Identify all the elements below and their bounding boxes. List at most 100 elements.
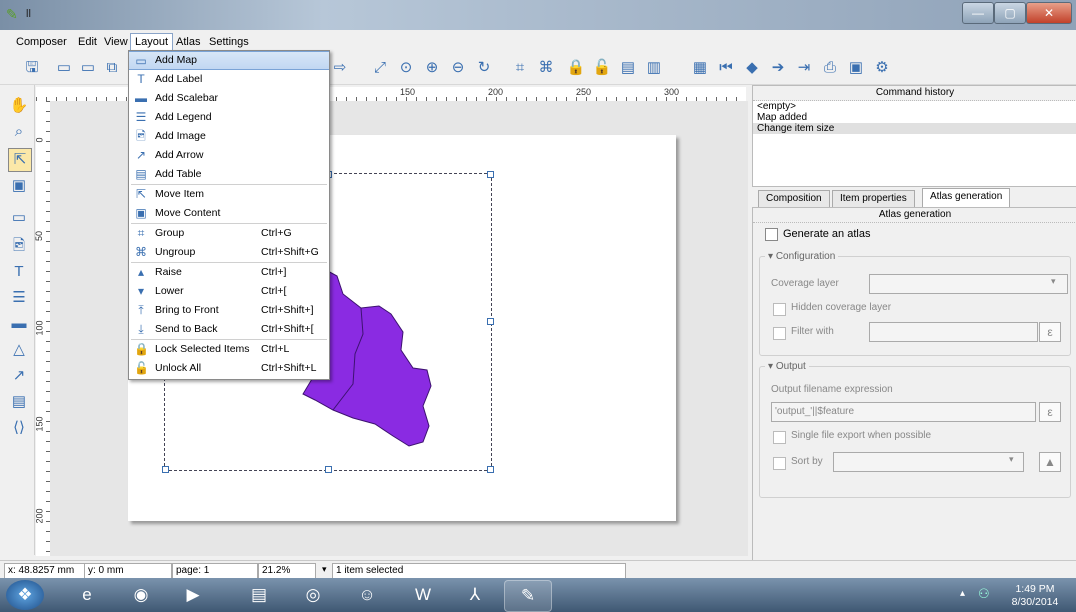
resize-handle[interactable]: [162, 466, 169, 473]
chrome-icon[interactable]: ◎: [290, 580, 336, 610]
menu-item-lock-selected-items[interactable]: 🔒 Lock Selected Items Ctrl+L: [129, 340, 329, 359]
messenger-icon[interactable]: ☺: [344, 580, 390, 610]
zoom-in-icon[interactable]: ⊕: [422, 58, 442, 78]
zoom-full-icon[interactable]: ⤢: [370, 58, 390, 78]
next-feature-icon[interactable]: ➔: [768, 58, 788, 78]
internet-explorer-icon[interactable]: e: [64, 580, 110, 610]
atlas-settings-icon[interactable]: ⚙: [872, 58, 892, 78]
zoom-100-icon[interactable]: ⊙: [396, 58, 416, 78]
add-arrow-tool-icon[interactable]: ↗: [8, 365, 30, 387]
menu-settings[interactable]: Settings: [205, 34, 253, 50]
history-item[interactable]: <empty>: [753, 101, 1076, 112]
zoom-out-icon[interactable]: ⊖: [448, 58, 468, 78]
raise-items-icon[interactable]: ▤: [618, 58, 638, 78]
last-feature-icon[interactable]: ⇥: [794, 58, 814, 78]
export-icon[interactable]: ⇨: [330, 58, 350, 78]
resize-handle[interactable]: [487, 171, 494, 178]
add-legend-tool-icon[interactable]: ☰: [8, 287, 30, 309]
menu-item-add-arrow[interactable]: ↗ Add Arrow: [129, 146, 329, 165]
sort-order-button[interactable]: ▲: [1039, 452, 1061, 472]
pan-icon[interactable]: ✋: [8, 95, 30, 117]
menu-edit[interactable]: Edit: [74, 34, 101, 50]
menu-item-add-label[interactable]: T Add Label: [129, 70, 329, 89]
menu-item-add-image[interactable]: 🖻 Add Image: [129, 127, 329, 146]
menu-item-move-item[interactable]: ⇱ Move Item: [129, 185, 329, 204]
generate-atlas-checkbox[interactable]: [765, 228, 778, 241]
maximize-button[interactable]: ▢: [994, 2, 1026, 24]
save-icon[interactable]: 🖫: [22, 58, 42, 78]
sort-by-select[interactable]: [833, 452, 1024, 472]
menu-item-add-scalebar[interactable]: ▬ Add Scalebar: [129, 89, 329, 108]
menu-item-group[interactable]: ⌗ Group Ctrl+G: [129, 224, 329, 243]
first-feature-icon[interactable]: ⏮: [716, 58, 736, 78]
network-icon[interactable]: ⚇: [978, 586, 990, 602]
coverage-layer-select[interactable]: [869, 274, 1068, 294]
previous-feature-icon[interactable]: ◆: [742, 58, 762, 78]
outlook-icon[interactable]: ◉: [118, 580, 164, 610]
history-item[interactable]: Change item size: [753, 123, 1076, 134]
resize-handle[interactable]: [487, 318, 494, 325]
configuration-group-title[interactable]: ▾ Configuration: [765, 251, 839, 262]
add-html-tool-icon[interactable]: ⟨⟩: [8, 417, 30, 439]
menu-atlas[interactable]: Atlas: [172, 34, 204, 50]
move-content-icon[interactable]: ▣: [8, 175, 30, 197]
history-item[interactable]: Map added: [753, 112, 1076, 123]
word-icon[interactable]: W: [400, 580, 446, 610]
media-player-icon[interactable]: ▶: [170, 580, 216, 610]
expression-builder-button[interactable]: ε: [1039, 322, 1061, 342]
print-atlas-icon[interactable]: ⎙: [820, 58, 840, 78]
menu-item-unlock-all[interactable]: 🔓 Unlock All Ctrl+Shift+L: [129, 359, 329, 378]
menu-view[interactable]: View: [100, 34, 132, 50]
close-button[interactable]: ✕: [1026, 2, 1072, 24]
zoom-tool-icon[interactable]: ⌕: [8, 121, 30, 143]
add-scalebar-tool-icon[interactable]: ▬: [8, 313, 30, 335]
minimize-button[interactable]: —: [962, 2, 994, 24]
hidden-coverage-checkbox[interactable]: [773, 303, 786, 316]
menu-item-raise[interactable]: ▴ Raise Ctrl+]: [129, 263, 329, 282]
menu-item-move-content[interactable]: ▣ Move Content: [129, 204, 329, 223]
unlock-items-icon[interactable]: 🔓: [592, 58, 612, 78]
group-items-icon[interactable]: ⌗: [510, 58, 530, 78]
atlas-preview-icon[interactable]: ▦: [690, 58, 710, 78]
output-group-title[interactable]: ▾ Output: [765, 361, 809, 372]
resize-handle[interactable]: [487, 466, 494, 473]
single-file-checkbox[interactable]: [773, 431, 786, 444]
sort-by-checkbox[interactable]: [773, 457, 786, 470]
filter-with-checkbox[interactable]: [773, 327, 786, 340]
menu-item-bring-to-front[interactable]: ⤒ Bring to Front Ctrl+Shift+]: [129, 301, 329, 320]
export-atlas-image-icon[interactable]: ▣: [846, 58, 866, 78]
system-clock[interactable]: 1:49 PM 8/30/2014: [1000, 583, 1070, 609]
align-items-icon[interactable]: ▥: [644, 58, 664, 78]
menu-item-ungroup[interactable]: ⌘ Ungroup Ctrl+Shift+G: [129, 243, 329, 262]
add-image-tool-icon[interactable]: 🖻: [8, 235, 30, 257]
lock-items-icon[interactable]: 🔒: [566, 58, 586, 78]
output-filename-field[interactable]: 'output_'||$feature: [771, 402, 1036, 422]
zoom-field[interactable]: 21.2%: [258, 563, 316, 579]
tab-item-properties[interactable]: Item properties: [832, 190, 915, 207]
start-button[interactable]: ❖: [6, 580, 44, 610]
add-map-tool-icon[interactable]: ▭: [8, 207, 30, 229]
menu-item-add-map[interactable]: ▭ Add Map: [129, 51, 329, 70]
file-explorer-icon[interactable]: ▤: [236, 580, 282, 610]
menu-item-add-table[interactable]: ▤ Add Table: [129, 165, 329, 184]
add-label-tool-icon[interactable]: T: [8, 261, 30, 283]
refresh-icon[interactable]: ↻: [474, 58, 494, 78]
menu-item-lower[interactable]: ▾ Lower Ctrl+[: [129, 282, 329, 301]
menu-composer[interactable]: Composer: [12, 34, 71, 50]
select-move-item-icon[interactable]: ⇱: [8, 148, 32, 172]
ungroup-items-icon[interactable]: ⌘: [536, 58, 556, 78]
add-table-tool-icon[interactable]: ▤: [8, 391, 30, 413]
new-composer-icon[interactable]: ▭: [54, 58, 74, 78]
show-hidden-icons[interactable]: ▴: [960, 588, 965, 599]
expression-builder-button[interactable]: ε: [1039, 402, 1061, 422]
qgis-taskbar-icon[interactable]: ✎: [504, 580, 552, 612]
tab-atlas-generation[interactable]: Atlas generation: [922, 188, 1011, 207]
menu-item-add-legend[interactable]: ☰ Add Legend: [129, 108, 329, 127]
menu-layout[interactable]: Layout: [130, 33, 174, 50]
zoom-dropdown-icon[interactable]: ▾: [322, 564, 327, 575]
add-shape-tool-icon[interactable]: △: [8, 339, 30, 361]
duplicate-composer-icon[interactable]: ▭: [78, 58, 98, 78]
acrobat-icon[interactable]: ⅄: [452, 580, 498, 610]
menu-item-send-to-back[interactable]: ⤓ Send to Back Ctrl+Shift+[: [129, 320, 329, 339]
composer-manager-icon[interactable]: ⧉: [102, 58, 122, 78]
